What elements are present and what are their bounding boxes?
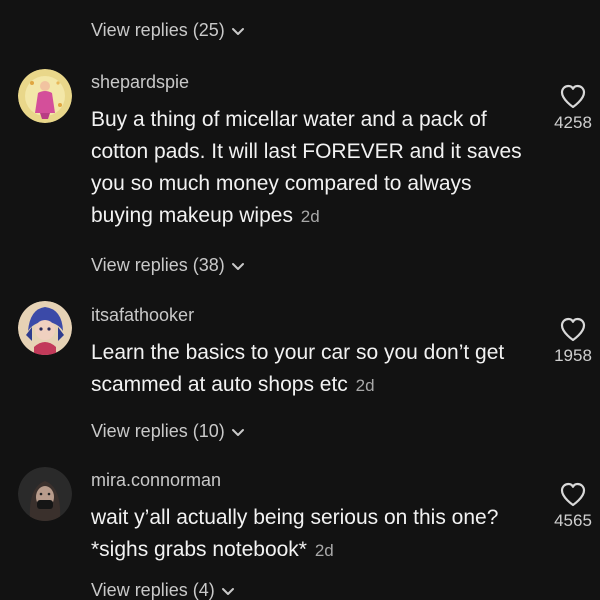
comment-text: wait y’all actually being serious on thi… [91, 502, 536, 567]
comment-body: wait y’all actually being serious on thi… [91, 506, 499, 561]
chevron-down-icon [231, 262, 244, 270]
comment-timestamp: 2d [355, 376, 375, 395]
chevron-down-icon [221, 587, 234, 595]
heart-icon[interactable] [559, 481, 587, 507]
view-replies-label: View replies (25) [91, 20, 225, 40]
like-area: 4565 [538, 481, 600, 531]
heart-icon[interactable] [559, 316, 587, 342]
avatar[interactable] [18, 467, 72, 521]
view-replies-button[interactable]: View replies (10) [91, 421, 246, 442]
comment-username[interactable]: itsafathooker [91, 305, 194, 326]
view-replies-button[interactable]: View replies (25) [91, 20, 246, 41]
like-count: 1958 [554, 346, 592, 365]
chevron-down-icon [231, 27, 244, 35]
view-replies-label: View replies (4) [91, 580, 215, 600]
like-count: 4565 [554, 511, 592, 530]
like-area: 4258 [538, 83, 600, 133]
comment-username[interactable]: mira.connorman [91, 470, 221, 491]
comment-text: Buy a thing of micellar water and a pack… [91, 104, 536, 233]
chevron-down-icon [231, 428, 244, 436]
view-replies-label: View replies (38) [91, 255, 225, 275]
view-replies-label: View replies (10) [91, 421, 225, 441]
comment-username[interactable]: shepardspie [91, 72, 189, 93]
comment-text: Learn the basics to your car so you don’… [91, 337, 536, 402]
comment-body: Learn the basics to your car so you don’… [91, 341, 505, 396]
avatar[interactable] [18, 301, 72, 355]
like-count: 4258 [554, 113, 592, 132]
like-area: 1958 [538, 316, 600, 366]
avatar[interactable] [18, 69, 72, 123]
comment-timestamp: 2d [314, 541, 334, 560]
comment-timestamp: 2d [300, 207, 320, 226]
view-replies-button[interactable]: View replies (38) [91, 255, 246, 276]
heart-icon[interactable] [559, 83, 587, 109]
view-replies-button[interactable]: View replies (4) [91, 580, 236, 600]
